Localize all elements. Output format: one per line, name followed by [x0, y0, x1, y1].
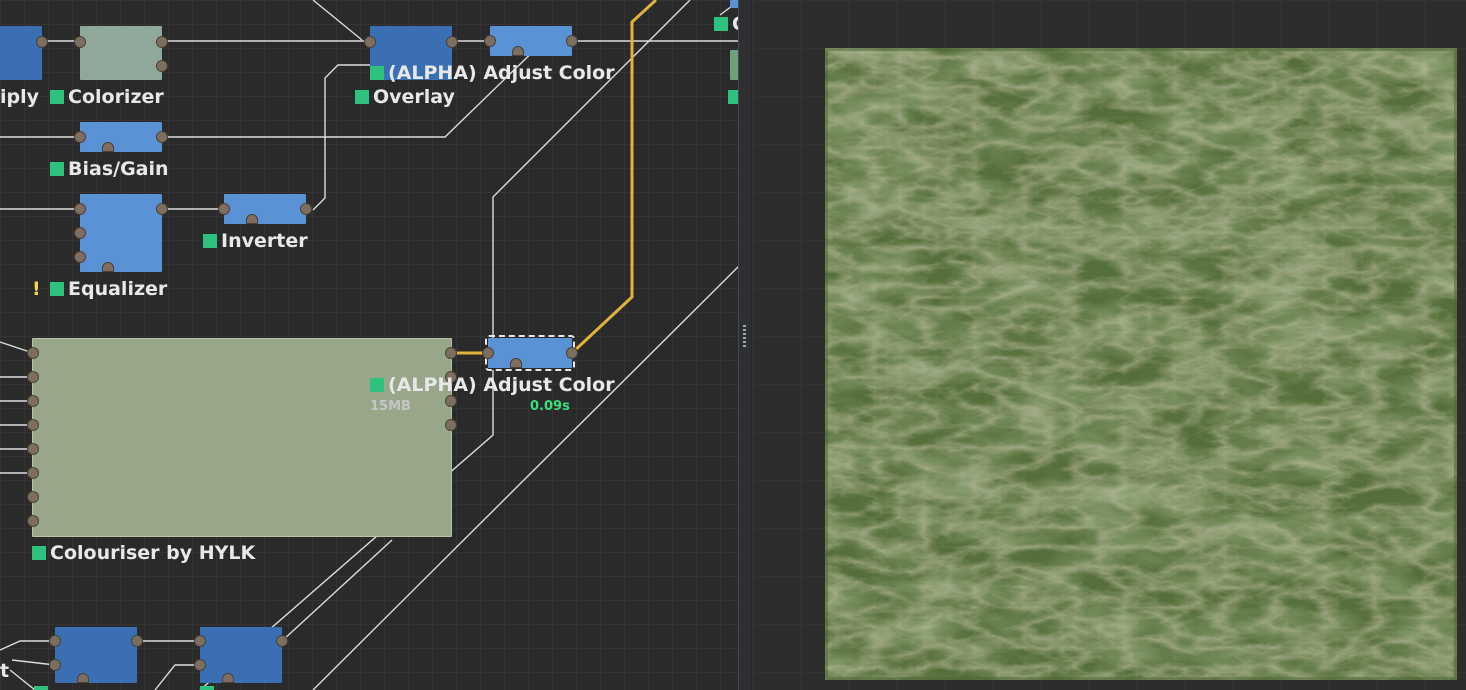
partial-node-right-label: C [714, 13, 740, 35]
input-port[interactable] [74, 227, 86, 239]
warning-indicator: ! [32, 278, 41, 300]
status-indicator [370, 378, 384, 392]
bias-gain-node[interactable] [74, 122, 168, 152]
output-port[interactable] [156, 36, 168, 48]
output-port[interactable] [566, 35, 578, 47]
output-port[interactable] [276, 635, 288, 647]
overlay-label: Overlay [355, 86, 455, 108]
mask-port[interactable] [510, 358, 522, 368]
input-port[interactable] [74, 203, 86, 215]
input-port[interactable] [74, 131, 86, 143]
input-port[interactable] [27, 395, 39, 407]
status-indicator [203, 234, 217, 248]
mask-port[interactable] [246, 214, 258, 224]
input-port[interactable] [194, 659, 206, 671]
adjust-color-node-top[interactable] [484, 26, 578, 56]
input-port[interactable] [27, 419, 39, 431]
input-port[interactable] [27, 467, 39, 479]
output-port[interactable] [445, 347, 457, 359]
wire [162, 39, 546, 138]
input-port[interactable] [484, 35, 496, 47]
input-port[interactable] [194, 635, 206, 647]
adjust-color-selected-label: (ALPHA) Adjust Color [370, 374, 615, 396]
input-port[interactable] [74, 36, 86, 48]
status-indicator [50, 282, 64, 296]
input-port[interactable] [27, 443, 39, 455]
adjust-color-top-label: (ALPHA) Adjust Color [370, 62, 615, 84]
multiply-node[interactable] [0, 26, 48, 80]
mask-port[interactable] [102, 262, 114, 272]
bias-gain-label: Bias/Gain [50, 158, 169, 180]
output-port[interactable] [36, 36, 48, 48]
mask-port[interactable] [222, 673, 234, 683]
wire [0, 341, 31, 353]
bottom-node-2[interactable] [194, 627, 288, 683]
inverter-node[interactable] [218, 194, 312, 224]
input-port[interactable] [218, 203, 230, 215]
status-indicator [370, 66, 384, 80]
status-indicator [34, 686, 48, 690]
output-port[interactable] [131, 635, 143, 647]
input-port[interactable] [49, 659, 61, 671]
output-port[interactable] [445, 419, 457, 431]
colouriser-node[interactable] [27, 338, 457, 537]
input-port[interactable] [364, 36, 376, 48]
mask-port[interactable] [102, 142, 114, 152]
status-indicator [32, 546, 46, 560]
terrain-preview-image [825, 48, 1457, 680]
equalizer-node[interactable] [74, 194, 168, 272]
input-port[interactable] [27, 491, 39, 503]
output-port[interactable] [300, 203, 312, 215]
input-port[interactable] [74, 251, 86, 263]
wire [154, 664, 200, 690]
input-port[interactable] [27, 515, 39, 527]
output-port[interactable] [566, 347, 578, 359]
adjust-color-node-selected[interactable] [482, 335, 578, 371]
selected-wire [570, 0, 658, 355]
mask-port[interactable] [512, 46, 524, 56]
multiply-label: iply [0, 86, 40, 108]
splitter-grip-icon[interactable] [743, 325, 746, 347]
colorizer-label: Colorizer [50, 86, 164, 108]
output-port[interactable] [156, 203, 168, 215]
output-port[interactable] [446, 36, 458, 48]
terrain-texture [825, 48, 1457, 680]
node-graph-canvas[interactable]: iply Colorizer Overlay (ALPHA) Adjust Co… [0, 0, 740, 690]
wire [9, 669, 36, 690]
wire [0, 640, 55, 651]
colouriser-label: Colouriser by HYLK [32, 542, 255, 564]
status-indicator [714, 17, 728, 31]
input-port[interactable] [27, 347, 39, 359]
mask-port[interactable] [77, 673, 89, 683]
output-port[interactable] [156, 60, 168, 72]
status-indicator [200, 686, 214, 690]
output-port[interactable] [156, 131, 168, 143]
input-port[interactable] [482, 347, 494, 359]
bottom-left-fragment-label: t [0, 660, 10, 682]
input-port[interactable] [27, 371, 39, 383]
output-port[interactable] [445, 395, 457, 407]
wire [312, 0, 363, 41]
input-port[interactable] [49, 635, 61, 647]
status-indicator [50, 162, 64, 176]
equalizer-label: Equalizer [50, 278, 167, 300]
memory-usage: 15MB [370, 399, 411, 414]
status-indicator [50, 90, 64, 104]
status-indicator [355, 90, 369, 104]
compute-time: 0.09s [530, 399, 570, 414]
colorizer-node[interactable] [74, 26, 168, 80]
terrain-ridges [825, 48, 1457, 680]
bottom-node-1[interactable] [49, 627, 143, 683]
inverter-label: Inverter [203, 230, 308, 252]
wire [282, 539, 393, 641]
